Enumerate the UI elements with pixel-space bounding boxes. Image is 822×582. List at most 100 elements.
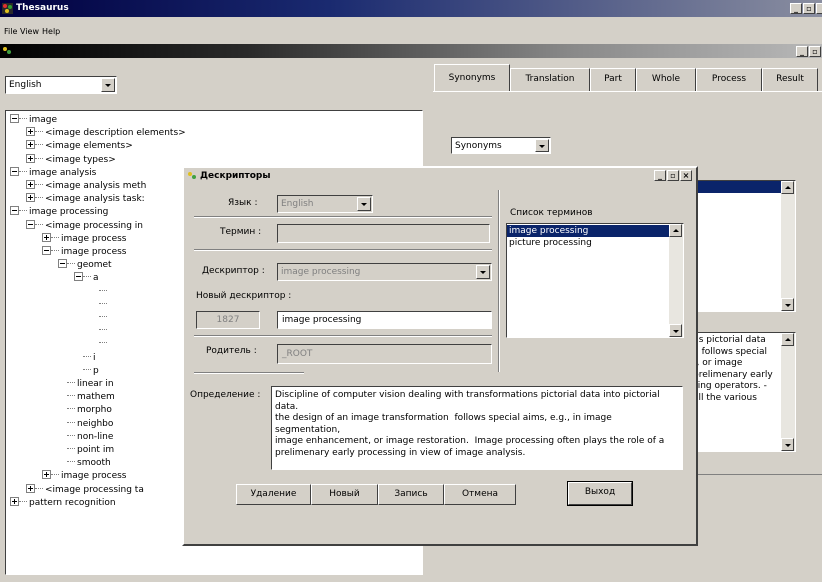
menu-view[interactable]: View — [20, 27, 39, 36]
chevron-down-icon[interactable] — [101, 78, 115, 92]
term-list-item[interactable]: picture processing — [507, 237, 669, 249]
dialog-maximize-button[interactable]: ▫ — [667, 170, 679, 181]
tree-node[interactable] — [90, 299, 109, 312]
tree-node[interactable] — [90, 286, 109, 299]
tree-node[interactable]: <image processing ta — [26, 483, 144, 497]
tree-node[interactable] — [90, 338, 109, 351]
definition-textarea[interactable]: Discipline of computer vision dealing wi… — [271, 386, 683, 470]
synonyms-scrollbar[interactable] — [781, 181, 795, 311]
collapse-icon[interactable] — [58, 259, 67, 269]
synonyms-select[interactable]: Synonyms — [451, 137, 551, 154]
collapse-icon[interactable] — [10, 114, 19, 123]
app-minimize-button[interactable]: _ — [790, 3, 802, 14]
tree-node[interactable]: a — [74, 272, 99, 285]
tree-node[interactable]: <image processing in — [26, 219, 143, 233]
tree-node[interactable] — [90, 312, 109, 325]
tab-synonyms[interactable]: Synonyms — [434, 64, 510, 92]
tree-node[interactable]: linear in — [58, 378, 114, 391]
tree-node[interactable]: <image analysis meth — [26, 180, 146, 193]
expand-icon[interactable] — [42, 470, 51, 480]
new-descriptor-input[interactable]: image processing — [277, 311, 492, 329]
tree-node[interactable]: i — [74, 352, 96, 365]
tree-node[interactable]: p — [74, 365, 99, 378]
collapse-icon[interactable] — [10, 166, 19, 176]
term-list[interactable]: image processing picture processing — [506, 223, 684, 338]
collapse-icon[interactable] — [74, 272, 83, 282]
scroll-down-icon[interactable] — [669, 324, 682, 337]
tree-node[interactable]: image process — [42, 246, 126, 259]
expand-icon[interactable] — [26, 140, 35, 150]
tab-whole[interactable]: Whole — [636, 68, 696, 92]
tab-part[interactable]: Part — [590, 68, 636, 92]
collapse-icon[interactable] — [26, 219, 35, 229]
tree-node[interactable]: morpho — [58, 404, 112, 417]
tree-node[interactable]: neighbo — [58, 418, 113, 431]
tree-node[interactable]: <image elements> — [26, 140, 133, 153]
tree-node[interactable]: smooth — [58, 457, 111, 470]
tree-node[interactable] — [90, 325, 109, 338]
tree-node[interactable]: mathem — [58, 391, 115, 404]
expand-icon[interactable] — [26, 193, 35, 203]
tree-node[interactable]: image process — [42, 470, 126, 483]
tree-node[interactable]: <image types> — [26, 153, 116, 167]
expand-icon[interactable] — [26, 180, 35, 189]
tree-node[interactable]: image analysis — [10, 166, 96, 180]
exit-button[interactable]: Выход — [567, 481, 633, 506]
tree-node[interactable]: <image description elements> — [26, 127, 186, 140]
collapse-icon[interactable] — [10, 206, 19, 216]
new-button[interactable]: Новый — [311, 484, 378, 505]
tree-node[interactable]: <image analysis task: — [26, 193, 145, 206]
scroll-down-icon[interactable] — [781, 298, 794, 311]
parent-input[interactable]: _ROOT — [277, 344, 492, 364]
expand-icon[interactable] — [10, 496, 19, 506]
tree-node[interactable]: image — [10, 114, 57, 127]
scroll-down-icon[interactable] — [781, 438, 794, 451]
save-button[interactable]: Запись — [378, 484, 444, 505]
app-restore-button[interactable]: ▫ — [803, 3, 815, 14]
expand-icon[interactable] — [42, 232, 51, 242]
child-minimize-button[interactable]: _ — [796, 46, 808, 57]
chevron-down-icon[interactable] — [357, 197, 371, 211]
dialog-minimize-button[interactable]: _ — [654, 170, 666, 181]
tab-result[interactable]: Result — [762, 68, 818, 92]
dialog-language-select[interactable]: English — [277, 195, 373, 213]
tab-translation[interactable]: Translation — [510, 68, 590, 92]
child-restore-button[interactable]: ▫ — [809, 46, 821, 57]
tab-process[interactable]: Process — [696, 68, 762, 92]
chevron-down-icon[interactable] — [535, 139, 549, 152]
tree-node[interactable]: image processing — [10, 206, 108, 219]
tree-node-label: morpho — [77, 405, 112, 416]
descriptor-select[interactable]: image processing — [277, 263, 492, 281]
tree-connector — [51, 250, 59, 251]
app-close-button[interactable] — [816, 3, 822, 14]
scroll-up-icon[interactable] — [669, 224, 682, 237]
tree-node[interactable]: point im — [58, 444, 114, 457]
menu-help[interactable]: Help — [42, 27, 60, 36]
chevron-down-icon[interactable] — [476, 265, 490, 279]
term-list-scrollbar[interactable] — [669, 224, 683, 337]
expand-icon[interactable] — [26, 483, 35, 493]
term-list-item[interactable]: image processing — [507, 225, 669, 237]
expand-icon[interactable] — [26, 153, 35, 163]
app-title-bar: Thesaurus — [0, 0, 822, 17]
term-input[interactable] — [277, 224, 490, 243]
scroll-up-icon[interactable] — [781, 181, 794, 194]
tree-node[interactable]: non-line — [58, 431, 113, 444]
menu-file[interactable]: File — [4, 27, 17, 36]
parent-label: Родитель : — [206, 346, 257, 356]
tree-node[interactable]: pattern recognition — [10, 496, 116, 510]
delete-button[interactable]: Удаление — [236, 484, 311, 505]
dialog-close-button[interactable]: × — [680, 170, 692, 181]
cancel-button[interactable]: Отмена — [444, 484, 516, 505]
synonym-definition-box[interactable]: ns pictorial data n follows special t, or … — [690, 332, 796, 452]
definition-scrollbar[interactable] — [781, 333, 795, 451]
language-select[interactable]: English — [5, 76, 117, 94]
definition-label: Определение : — [190, 390, 261, 400]
tree-node[interactable]: image process — [42, 232, 126, 246]
expand-icon[interactable] — [26, 127, 35, 137]
collapse-icon[interactable] — [42, 246, 51, 255]
definition-fragment: n follows special — [693, 346, 768, 357]
tree-node[interactable]: geomet — [58, 259, 112, 272]
scroll-up-icon[interactable] — [781, 333, 794, 346]
synonyms-list[interactable] — [690, 180, 796, 312]
